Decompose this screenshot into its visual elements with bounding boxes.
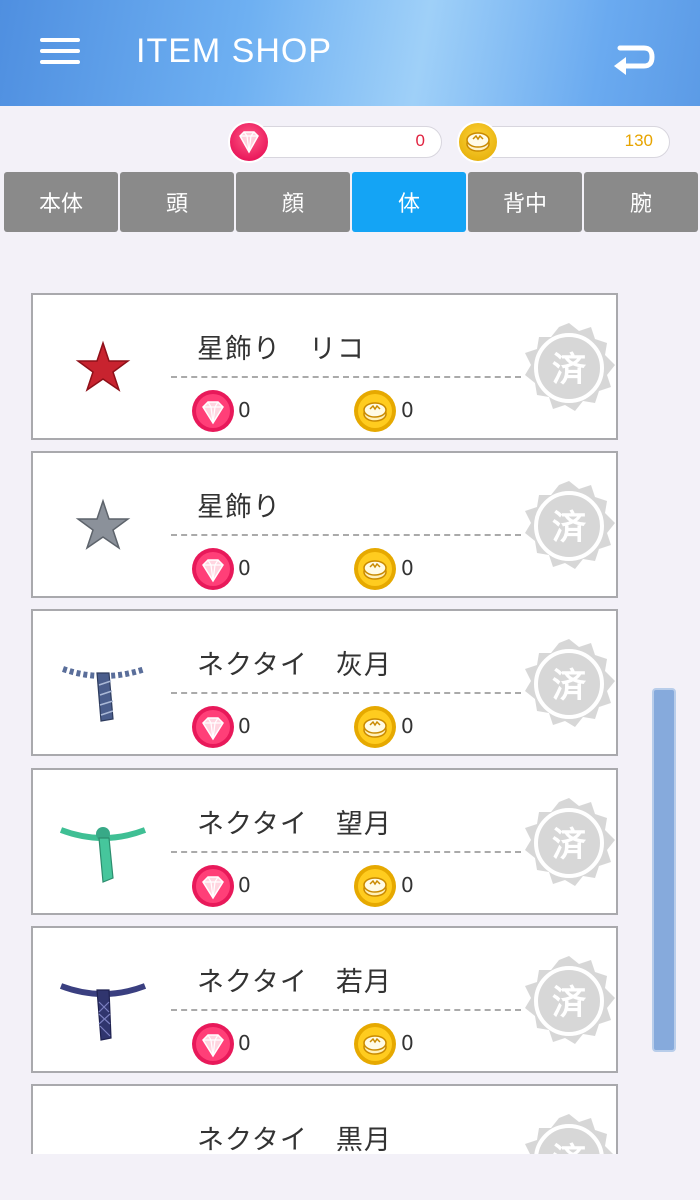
coin-price: 0 [401, 398, 414, 422]
svg-text:済: 済 [552, 825, 587, 865]
tab-back[interactable]: 背中 [468, 172, 582, 232]
divider [171, 376, 521, 378]
gem-icon [191, 389, 235, 433]
gem-price: 0 [238, 556, 251, 580]
coin-icon [353, 1022, 397, 1066]
tab-body-main[interactable]: 本体 [4, 172, 118, 232]
purchased-stamp-icon: 済 [519, 635, 619, 735]
gem-icon [191, 547, 235, 591]
pink-necktie-icon [53, 1110, 153, 1154]
list-item[interactable]: ネクタイ 望月 0 0 済 [31, 768, 618, 915]
list-item[interactable]: ネクタイ 若月 0 0 済 [31, 926, 618, 1073]
coin-price: 0 [401, 1031, 414, 1055]
purchased-stamp-icon: 済 [519, 794, 619, 894]
tab-face[interactable]: 顔 [236, 172, 350, 232]
coin-icon [353, 864, 397, 908]
gem-price: 0 [238, 714, 251, 738]
coin-price: 0 [401, 556, 414, 580]
list-item[interactable]: 星飾り リコ 0 0 済 [31, 293, 618, 440]
coin-icon [353, 705, 397, 749]
divider [171, 1009, 521, 1011]
item-name: ネクタイ 灰月 [197, 650, 392, 681]
svg-text:済: 済 [552, 983, 587, 1023]
category-tabs: 本体 頭 顔 体 背中 腕 [4, 172, 698, 232]
item-list: 星飾り リコ 0 0 済星飾り 0 0 済ネクタイ 灰月 0 0 済ネクタイ 望月 0 0 済ネクタイ … [0, 232, 700, 1154]
gem-price: 0 [238, 873, 251, 897]
app-header: ITEM SHOP [0, 0, 700, 106]
svg-text:済: 済 [552, 1141, 587, 1154]
purchased-stamp-icon: 済 [519, 952, 619, 1052]
svg-text:済: 済 [552, 508, 587, 548]
coin-icon [353, 389, 397, 433]
gem-icon [228, 121, 270, 163]
coin-balance: 130 [624, 131, 653, 150]
mint-necktie-icon [53, 794, 153, 894]
return-arrow-icon[interactable] [606, 38, 656, 78]
item-name: ネクタイ 望月 [197, 809, 392, 840]
list-item[interactable]: 星飾り 0 0 済 [31, 451, 618, 598]
item-name: 星飾り リコ [197, 334, 365, 365]
coin-icon [457, 121, 499, 163]
divider [171, 692, 521, 694]
tab-arm[interactable]: 腕 [584, 172, 698, 232]
purchased-stamp-icon: 済 [519, 1110, 619, 1154]
coin-balance-bar: 130 [476, 126, 670, 158]
divider [171, 851, 521, 853]
divider [171, 534, 521, 536]
tab-body[interactable]: 体 [352, 172, 466, 232]
coin-icon [353, 547, 397, 591]
gem-icon [191, 864, 235, 908]
svg-text:済: 済 [552, 666, 587, 706]
gem-icon [191, 1022, 235, 1066]
purchased-stamp-icon: 済 [519, 477, 619, 577]
gem-balance-bar: 0 [246, 126, 442, 158]
gem-price: 0 [238, 398, 251, 422]
item-name: ネクタイ 若月 [197, 967, 392, 998]
gem-balance: 0 [415, 131, 425, 150]
hamburger-menu-icon[interactable] [40, 38, 80, 68]
svg-text:済: 済 [552, 350, 587, 390]
list-item[interactable]: ネクタイ 黒月00済 [31, 1084, 618, 1154]
item-name: ネクタイ 黒月 [197, 1125, 392, 1154]
item-name: 星飾り [197, 492, 281, 523]
navy-stripe-necktie-icon [53, 635, 153, 735]
coin-price: 0 [401, 873, 414, 897]
red-star-icon [53, 319, 153, 419]
silver-star-icon [53, 477, 153, 577]
gem-icon [191, 705, 235, 749]
page-title: ITEM SHOP [136, 32, 333, 70]
coin-price: 0 [401, 714, 414, 738]
tab-head[interactable]: 頭 [120, 172, 234, 232]
dark-navy-necktie-icon [53, 952, 153, 1052]
gem-price: 0 [238, 1031, 251, 1055]
scrollbar[interactable] [652, 688, 676, 1052]
purchased-stamp-icon: 済 [519, 319, 619, 419]
list-item[interactable]: ネクタイ 灰月 0 0 済 [31, 609, 618, 756]
